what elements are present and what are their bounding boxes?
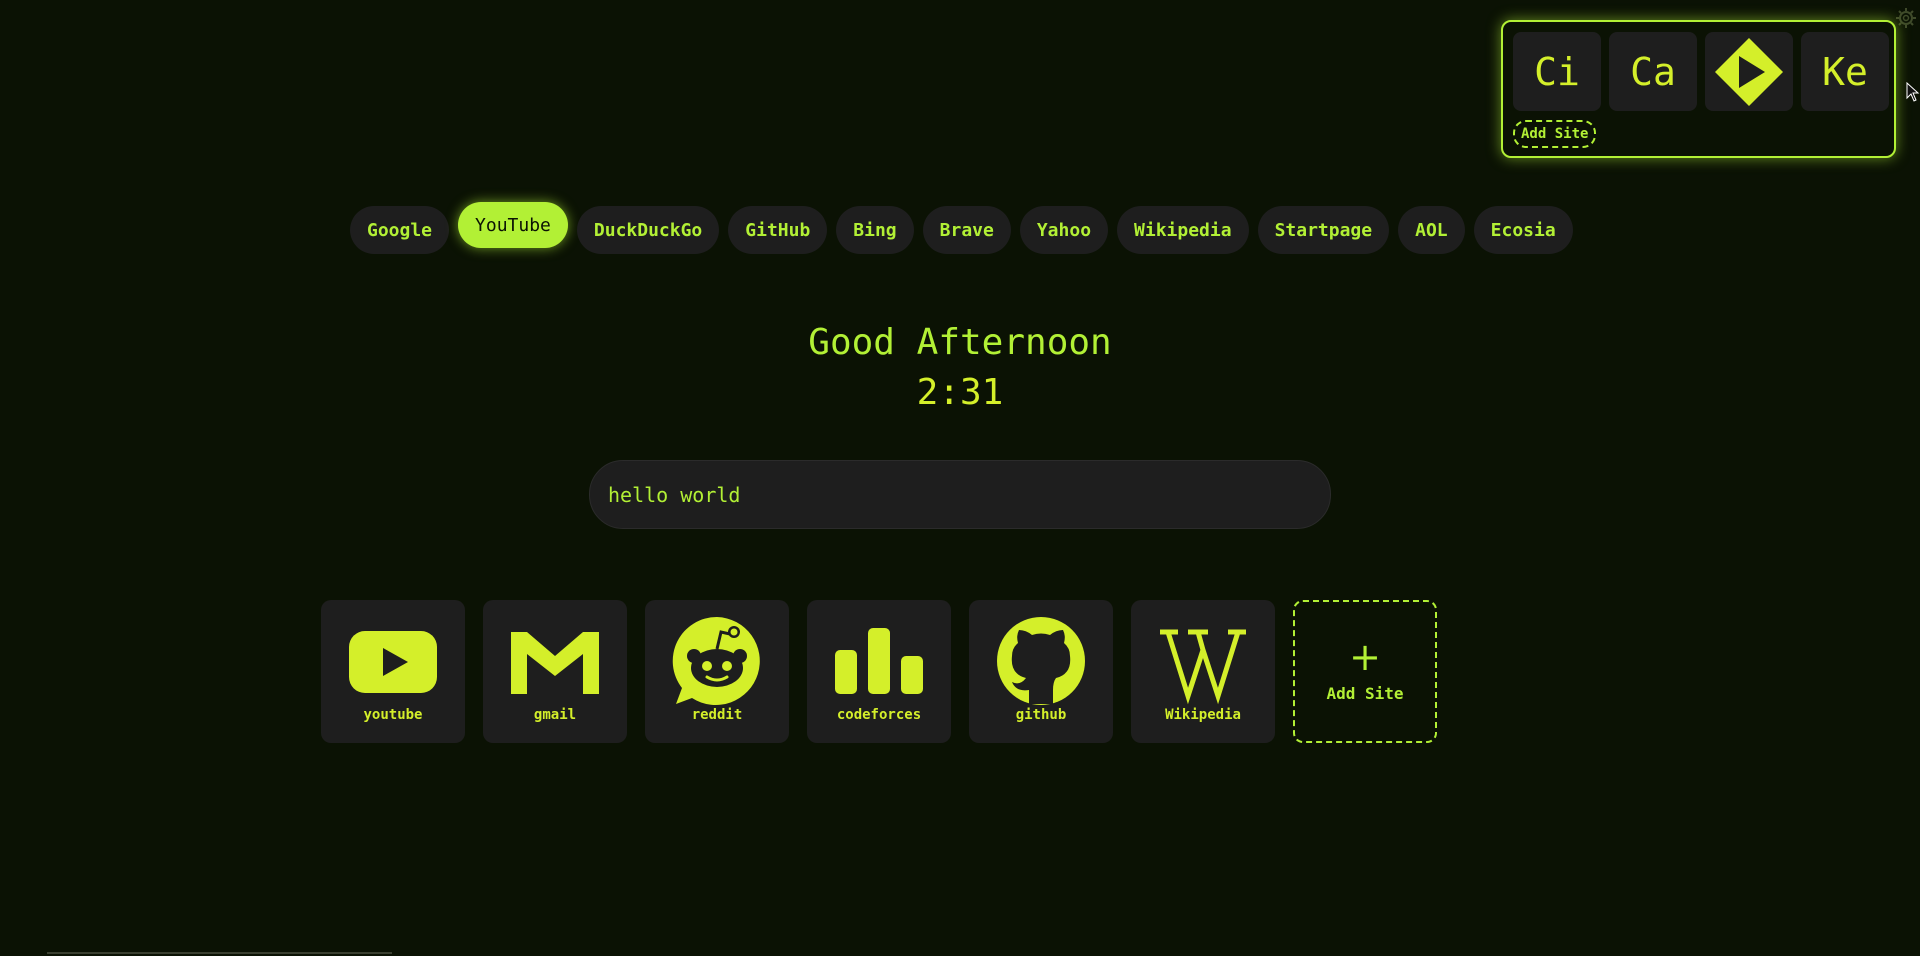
engine-ecosia[interactable]: Ecosia — [1473, 206, 1573, 254]
play-diamond-icon — [1715, 37, 1783, 106]
clock-time: 2:31 — [916, 372, 1004, 413]
shortcut-label: youtube — [363, 707, 423, 723]
shortcut-label: Wikipedia — [1165, 707, 1241, 723]
shortcut-label: gmail — [533, 707, 577, 723]
shortcut-label: reddit — [691, 707, 743, 723]
quick-site-play[interactable] — [1705, 32, 1793, 111]
wikipedia-icon — [1160, 629, 1246, 705]
engine-github[interactable]: GitHub — [728, 206, 828, 254]
add-site-button[interactable]: + Add Site — [1293, 600, 1437, 743]
engine-google[interactable]: Google — [350, 206, 450, 254]
shortcut-reddit[interactable]: reddit — [645, 600, 789, 743]
shortcut-wikipedia[interactable]: Wikipedia — [1131, 600, 1275, 743]
codeforces-icon — [835, 628, 923, 694]
shortcut-youtube[interactable]: youtube — [321, 600, 465, 743]
engine-brave[interactable]: Brave — [922, 206, 1011, 254]
shortcut-label: github — [1015, 707, 1067, 723]
engine-startpage[interactable]: Startpage — [1257, 206, 1390, 254]
youtube-icon — [349, 631, 437, 693]
engine-youtube[interactable]: YouTube — [458, 202, 568, 248]
quick-add-site-button[interactable]: Add Site — [1513, 120, 1597, 148]
shortcut-gmail[interactable]: gmail — [483, 600, 627, 743]
quick-site-label: Ke — [1822, 49, 1868, 94]
engine-wikipedia[interactable]: Wikipedia — [1117, 206, 1249, 254]
shortcut-github[interactable]: github — [969, 600, 1113, 743]
plus-icon: + — [1349, 635, 1381, 679]
gear-icon[interactable] — [1894, 6, 1918, 30]
engine-bing[interactable]: Bing — [836, 206, 914, 254]
quick-site-label: Ca — [1630, 49, 1676, 94]
quick-site-ci[interactable]: Ci — [1513, 32, 1601, 111]
search-input[interactable] — [589, 460, 1331, 529]
quick-site-ke[interactable]: Ke — [1801, 32, 1889, 111]
engine-yahoo[interactable]: Yahoo — [1019, 206, 1109, 254]
engine-duckduckgo[interactable]: DuckDuckGo — [576, 206, 720, 254]
horizontal-scrollbar[interactable] — [47, 952, 392, 954]
shortcuts-grid: youtube gmail reddit codeforces github W… — [321, 600, 1437, 743]
reddit-icon — [672, 616, 760, 705]
shortcut-label: codeforces — [836, 707, 922, 723]
engine-aol[interactable]: AOL — [1398, 206, 1465, 254]
quick-sites-panel: Ci Ca Ke Add Site — [1501, 20, 1896, 158]
mouse-cursor-icon — [1906, 82, 1920, 102]
add-site-label: Add Site — [1326, 684, 1404, 703]
shortcut-codeforces[interactable]: codeforces — [807, 600, 951, 743]
github-icon — [997, 617, 1085, 705]
quick-site-label: Ci — [1534, 49, 1580, 94]
greeting-text: Good Afternoon — [808, 322, 1112, 363]
quick-sites-tiles: Ci Ca Ke — [1513, 32, 1889, 111]
gmail-icon — [511, 632, 599, 694]
search-engine-selector: Google YouTube DuckDuckGo GitHub Bing Br… — [350, 202, 1573, 254]
quick-site-ca[interactable]: Ca — [1609, 32, 1697, 111]
